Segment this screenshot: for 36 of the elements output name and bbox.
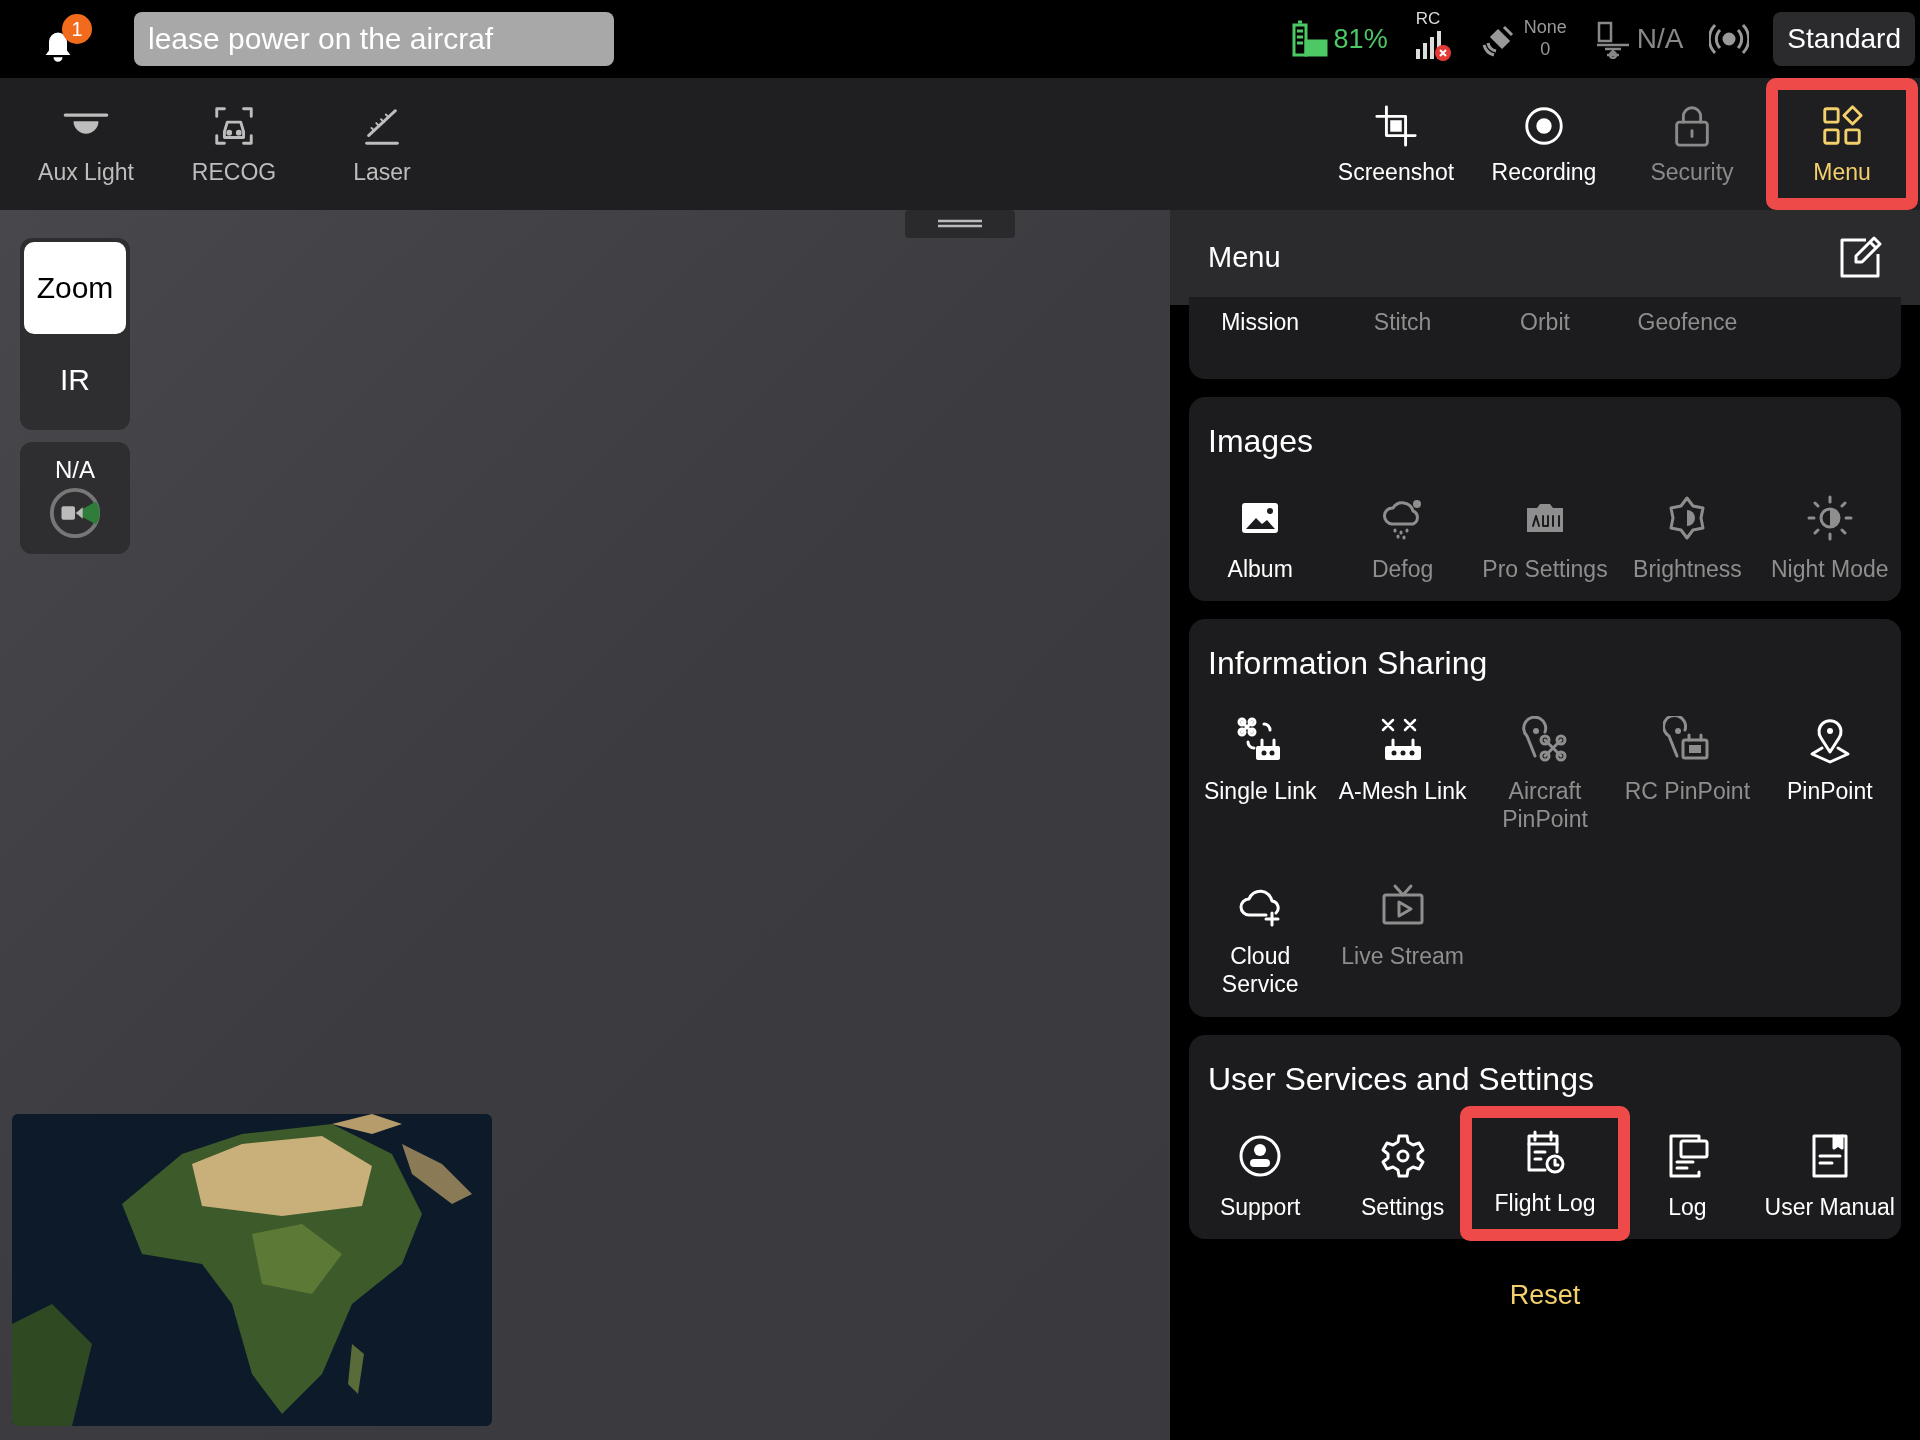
menu-item[interactable]: Support: [1189, 1127, 1332, 1226]
battery-level: 81%: [1333, 23, 1388, 55]
sun-icon: [1805, 493, 1854, 542]
reset-link[interactable]: Reset: [1503, 1279, 1587, 1313]
tool-button[interactable]: Screenshot: [1322, 80, 1470, 208]
panel-title: Menu: [1208, 241, 1281, 274]
aux-camera-label: N/A: [55, 456, 95, 484]
tool-button[interactable]: Aux Light: [12, 80, 160, 208]
section-title: Information Sharing: [1208, 645, 1489, 683]
menu-item[interactable]: Mission: [1189, 309, 1332, 341]
lens-tab[interactable]: Zoom: [24, 242, 126, 334]
menu-item[interactable]: User Manual: [1758, 1127, 1901, 1226]
aircraft-battery: N/A: [1636, 23, 1684, 55]
section-title: User Services and Settings: [1208, 1060, 1595, 1098]
gps-status: None: [1523, 17, 1567, 39]
tool-button[interactable]: RECOG: [160, 80, 308, 208]
tool-button[interactable]: Menu: [1766, 78, 1918, 210]
rc-label: RC: [1415, 9, 1441, 29]
message-banner: lease power on the aircraf: [134, 12, 614, 66]
notification-badge: 1: [62, 14, 92, 44]
menu-item[interactable]: PinPoint: [1758, 712, 1901, 838]
lens-tab[interactable]: IR: [24, 334, 126, 426]
menu-item[interactable]: Flight Log: [1459, 1105, 1631, 1242]
section-title: Images: [1208, 422, 1314, 460]
camera-ring-icon: [48, 486, 102, 540]
crop-icon: [1373, 102, 1419, 149]
menu-item[interactable]: Cloud Service: [1189, 877, 1332, 1003]
satellite-count: 0: [1540, 39, 1551, 61]
menu-item[interactable]: Single Link: [1189, 712, 1332, 838]
drag-handle[interactable]: [905, 210, 1015, 238]
tool-button[interactable]: Recording: [1470, 80, 1618, 208]
aux-camera-tile[interactable]: N/A: [20, 442, 130, 554]
mode-button[interactable]: Standard: [1773, 12, 1915, 66]
tool-button[interactable]: Laser: [308, 80, 456, 208]
menu-item[interactable]: A-Mesh Link: [1331, 712, 1474, 838]
menu-item[interactable]: Album: [1189, 489, 1332, 588]
